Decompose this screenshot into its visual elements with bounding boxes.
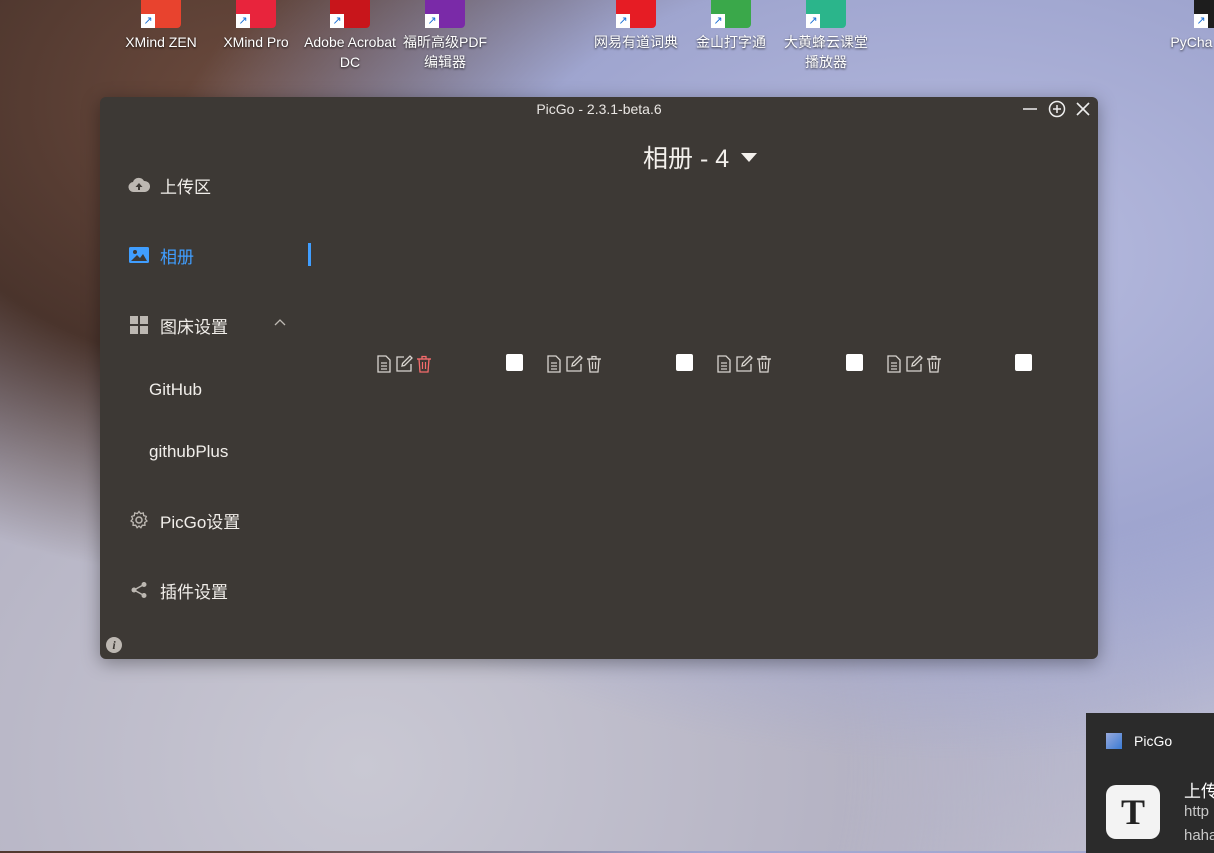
shortcut-app-icon [236,0,276,28]
shortcut-app-icon [806,0,846,28]
gallery-title: 相册 - 4 [643,145,730,173]
edit-icon [906,355,923,372]
desktop-shortcut[interactable]: PyCha Comm [1166,0,1214,52]
image-card-actions [714,354,774,374]
grid-icon [128,314,150,336]
edit-icon [396,355,413,372]
minimize-button[interactable] [1020,100,1040,120]
shortcut-label: Adobe Acrobat DC [304,34,396,70]
close-button[interactable] [1073,100,1093,120]
file-icon [377,355,391,373]
share-icon [128,579,150,601]
picgo-window: PicGo - 2.3.1-beta.6 上传区 相册 图床设置 GitHub … [100,97,1098,659]
toast-app-name: PicGo [1134,733,1173,749]
shortcut-label: 福昕高级PDF 编辑器 [403,34,487,70]
edit-button[interactable] [734,354,754,374]
chevron-up-icon[interactable] [274,315,286,329]
sidebar-item-gallery[interactable]: 相册 [128,243,194,267]
sidebar-subitem-githubplus[interactable]: githubPlus [149,442,228,462]
desktop-shortcut[interactable]: 大黄蜂云课堂 播放器 [778,0,874,72]
desktop-shortcut[interactable]: XMind ZEN [113,0,209,52]
copy-link-button[interactable] [714,354,734,374]
trash-icon [757,355,771,373]
picture-icon [128,244,150,266]
edit-button[interactable] [394,354,414,374]
image-card-actions [884,354,944,374]
trash-icon [927,355,941,373]
image-card-actions [544,354,604,374]
shortcut-app-icon [141,0,181,28]
sidebar-item-label: 图床设置 [160,317,228,337]
delete-button[interactable] [584,354,604,374]
sidebar-subitem-github[interactable]: GitHub [149,380,202,400]
picgo-app-icon [1106,733,1122,749]
info-icon[interactable]: i [106,637,122,653]
shortcut-app-icon [1194,0,1214,28]
sidebar-item-label: PicGo设置 [160,512,241,532]
active-indicator [308,243,311,266]
edit-button[interactable] [904,354,924,374]
maximize-button[interactable] [1047,100,1067,120]
image-select-checkbox[interactable] [506,354,523,371]
desktop-shortcut[interactable]: 网易有道词典 [588,0,684,52]
toast-app: PicGo [1106,733,1172,749]
sidebar-item-label: 相册 [160,247,194,267]
shortcut-label: 网易有道词典 [594,34,678,50]
minimize-icon [1023,108,1037,110]
image-select-checkbox[interactable] [676,354,693,371]
image-select-checkbox[interactable] [846,354,863,371]
image-select-checkbox[interactable] [1015,354,1032,371]
toast-line: haha [1184,827,1214,844]
file-icon [717,355,731,373]
shortcut-app-icon [425,0,465,28]
sidebar-item-upload[interactable]: 上传区 [128,173,211,197]
edit-button[interactable] [564,354,584,374]
file-icon [547,355,561,373]
sidebar: 上传区 相册 图床设置 GitHub githubPlus PicGo设置 插件… [100,123,314,659]
notification-toast[interactable]: PicGo T 上传 http haha [1086,713,1214,853]
trash-icon [417,355,431,373]
shortcut-app-icon [330,0,370,28]
desktop-shortcut[interactable]: 金山打字通 [683,0,779,52]
title-bar[interactable]: PicGo - 2.3.1-beta.6 [100,97,1098,123]
shortcut-app-icon [711,0,751,28]
plus-circle-icon [1048,100,1066,118]
edit-icon [736,355,753,372]
sidebar-item-picgo-settings[interactable]: PicGo设置 [128,508,240,532]
desktop-shortcut[interactable]: Adobe Acrobat DC [302,0,398,72]
desktop-shortcut[interactable]: XMind Pro [208,0,304,52]
window-title: PicGo - 2.3.1-beta.6 [536,101,662,117]
caret-down-icon [741,152,758,162]
gallery-title-dropdown[interactable]: 相册 - 4 [643,139,758,175]
sidebar-item-label: 上传区 [160,177,211,197]
typora-icon: T [1106,785,1160,839]
delete-button[interactable] [754,354,774,374]
close-icon [1076,102,1090,116]
desktop-shortcut[interactable]: 福昕高级PDF 编辑器 [397,0,493,72]
shortcut-label: 金山打字通 [696,34,766,50]
sidebar-item-label: 插件设置 [160,582,228,602]
copy-link-button[interactable] [374,354,394,374]
delete-button[interactable] [414,354,434,374]
edit-icon [566,355,583,372]
copy-link-button[interactable] [544,354,564,374]
delete-button[interactable] [924,354,944,374]
shortcut-label: PyCha Comm [1170,34,1213,50]
toast-line: http [1184,803,1210,820]
sidebar-item-plugin-settings[interactable]: 插件设置 [128,578,228,602]
copy-link-button[interactable] [884,354,904,374]
shortcut-label: XMind Pro [223,34,289,50]
shortcut-app-icon [616,0,656,28]
shortcut-label: 大黄蜂云课堂 播放器 [784,34,868,70]
toast-title: 上传 [1184,782,1214,801]
cloud-upload-icon [128,174,150,196]
sidebar-item-picbed-settings[interactable]: 图床设置 [128,313,228,337]
gear-icon [128,509,150,531]
trash-icon [587,355,601,373]
shortcut-label: XMind ZEN [125,34,197,50]
image-card-actions [374,354,434,374]
file-icon [887,355,901,373]
